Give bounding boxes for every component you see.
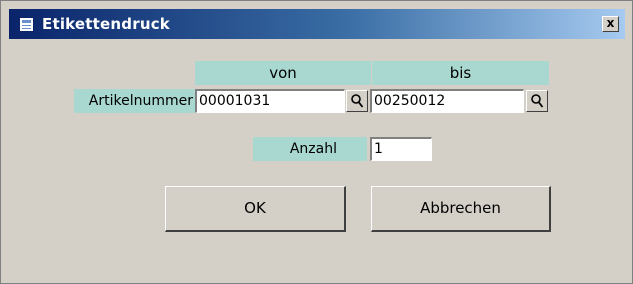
- artikelnummer-label: Artikelnummer: [74, 89, 195, 113]
- window-title: Etikettendruck: [42, 15, 170, 33]
- magnifier-icon: [531, 94, 544, 108]
- ok-button[interactable]: OK: [165, 186, 346, 232]
- close-icon: x: [606, 16, 615, 30]
- magnifier-icon: [351, 94, 364, 108]
- anzahl-label: Anzahl: [253, 137, 367, 161]
- artikelnummer-bis-lookup-button[interactable]: [526, 90, 548, 112]
- anzahl-field[interactable]: 1: [370, 137, 432, 161]
- cancel-button[interactable]: Abbrechen: [371, 186, 551, 232]
- column-header-von: von: [195, 61, 371, 85]
- form-icon: [19, 16, 34, 32]
- artikelnummer-bis-field[interactable]: 00250012: [370, 89, 524, 113]
- close-button[interactable]: x: [602, 16, 619, 32]
- dialog-window: Etikettendruck x von bis Artikelnummer 0…: [0, 0, 633, 284]
- artikelnummer-von-field[interactable]: 00001031: [195, 89, 345, 113]
- title-bar[interactable]: Etikettendruck x: [9, 9, 625, 39]
- artikelnummer-von-lookup-button[interactable]: [346, 90, 368, 112]
- column-header-bis: bis: [372, 61, 549, 85]
